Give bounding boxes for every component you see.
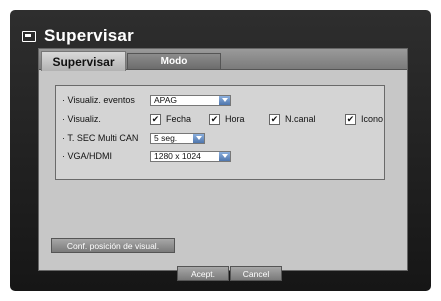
fecha-option[interactable]: ✔ Fecha [150,113,209,125]
chevron-down-icon [219,95,230,105]
hora-label: Hora [225,114,245,124]
ncanal-label: N.canal [285,114,316,124]
hora-checkbox[interactable]: ✔ [209,113,220,125]
multi-can-select[interactable]: 5 seg. [150,132,205,144]
chevron-down-icon [219,151,230,161]
position-config-button[interactable]: Conf. posición de visual. [51,238,175,253]
icono-checkbox[interactable]: ✔ [345,113,356,125]
hora-option[interactable]: ✔ Hora [209,113,269,125]
tab-supervisar[interactable]: Supervisar [41,51,126,71]
accept-button[interactable]: Acept. [177,266,229,281]
fecha-label: Fecha [166,114,192,124]
event-display-value: APAG [154,95,177,105]
vga-hdmi-label: · VGA/HDMI [62,151,113,161]
title-bar: Supervisar [22,25,134,47]
display-label: · Visualiz. [62,114,101,124]
multi-can-value: 5 seg. [154,133,178,143]
event-display-select[interactable]: APAG [150,94,231,106]
multi-can-label: · T. SEC Multi CAN [62,133,139,143]
settings-panel: Supervisar Modo · Visualiz. eventos APAG… [38,48,408,271]
event-display-row: · Visualiz. eventos APAG [62,93,231,107]
monitor-icon [22,30,36,42]
tab-modo[interactable]: Modo [127,53,221,70]
settings-box: · Visualiz. eventos APAG · Visualiz. ✔ F… [55,85,385,180]
ncanal-checkbox[interactable]: ✔ [269,113,280,125]
icono-option[interactable]: ✔ Icono [345,113,384,125]
window-title: Supervisar [44,26,134,45]
vga-hdmi-select[interactable]: 1280 x 1024 [150,150,231,162]
chevron-down-icon [193,133,204,143]
multi-can-row: · T. SEC Multi CAN 5 seg. [62,131,205,145]
display-row: · Visualiz. ✔ Fecha ✔ Hora ✔ N.canal ✔ I… [62,112,383,126]
vga-hdmi-row: · VGA/HDMI 1280 x 1024 [62,149,231,163]
vga-hdmi-value: 1280 x 1024 [154,151,201,161]
event-display-label: · Visualiz. eventos [62,95,135,105]
cancel-button[interactable]: Cancel [230,266,282,281]
fecha-checkbox[interactable]: ✔ [150,113,161,125]
icono-label: Icono [361,114,384,124]
tab-strip: Supervisar Modo [39,49,407,71]
ncanal-option[interactable]: ✔ N.canal [269,113,345,125]
